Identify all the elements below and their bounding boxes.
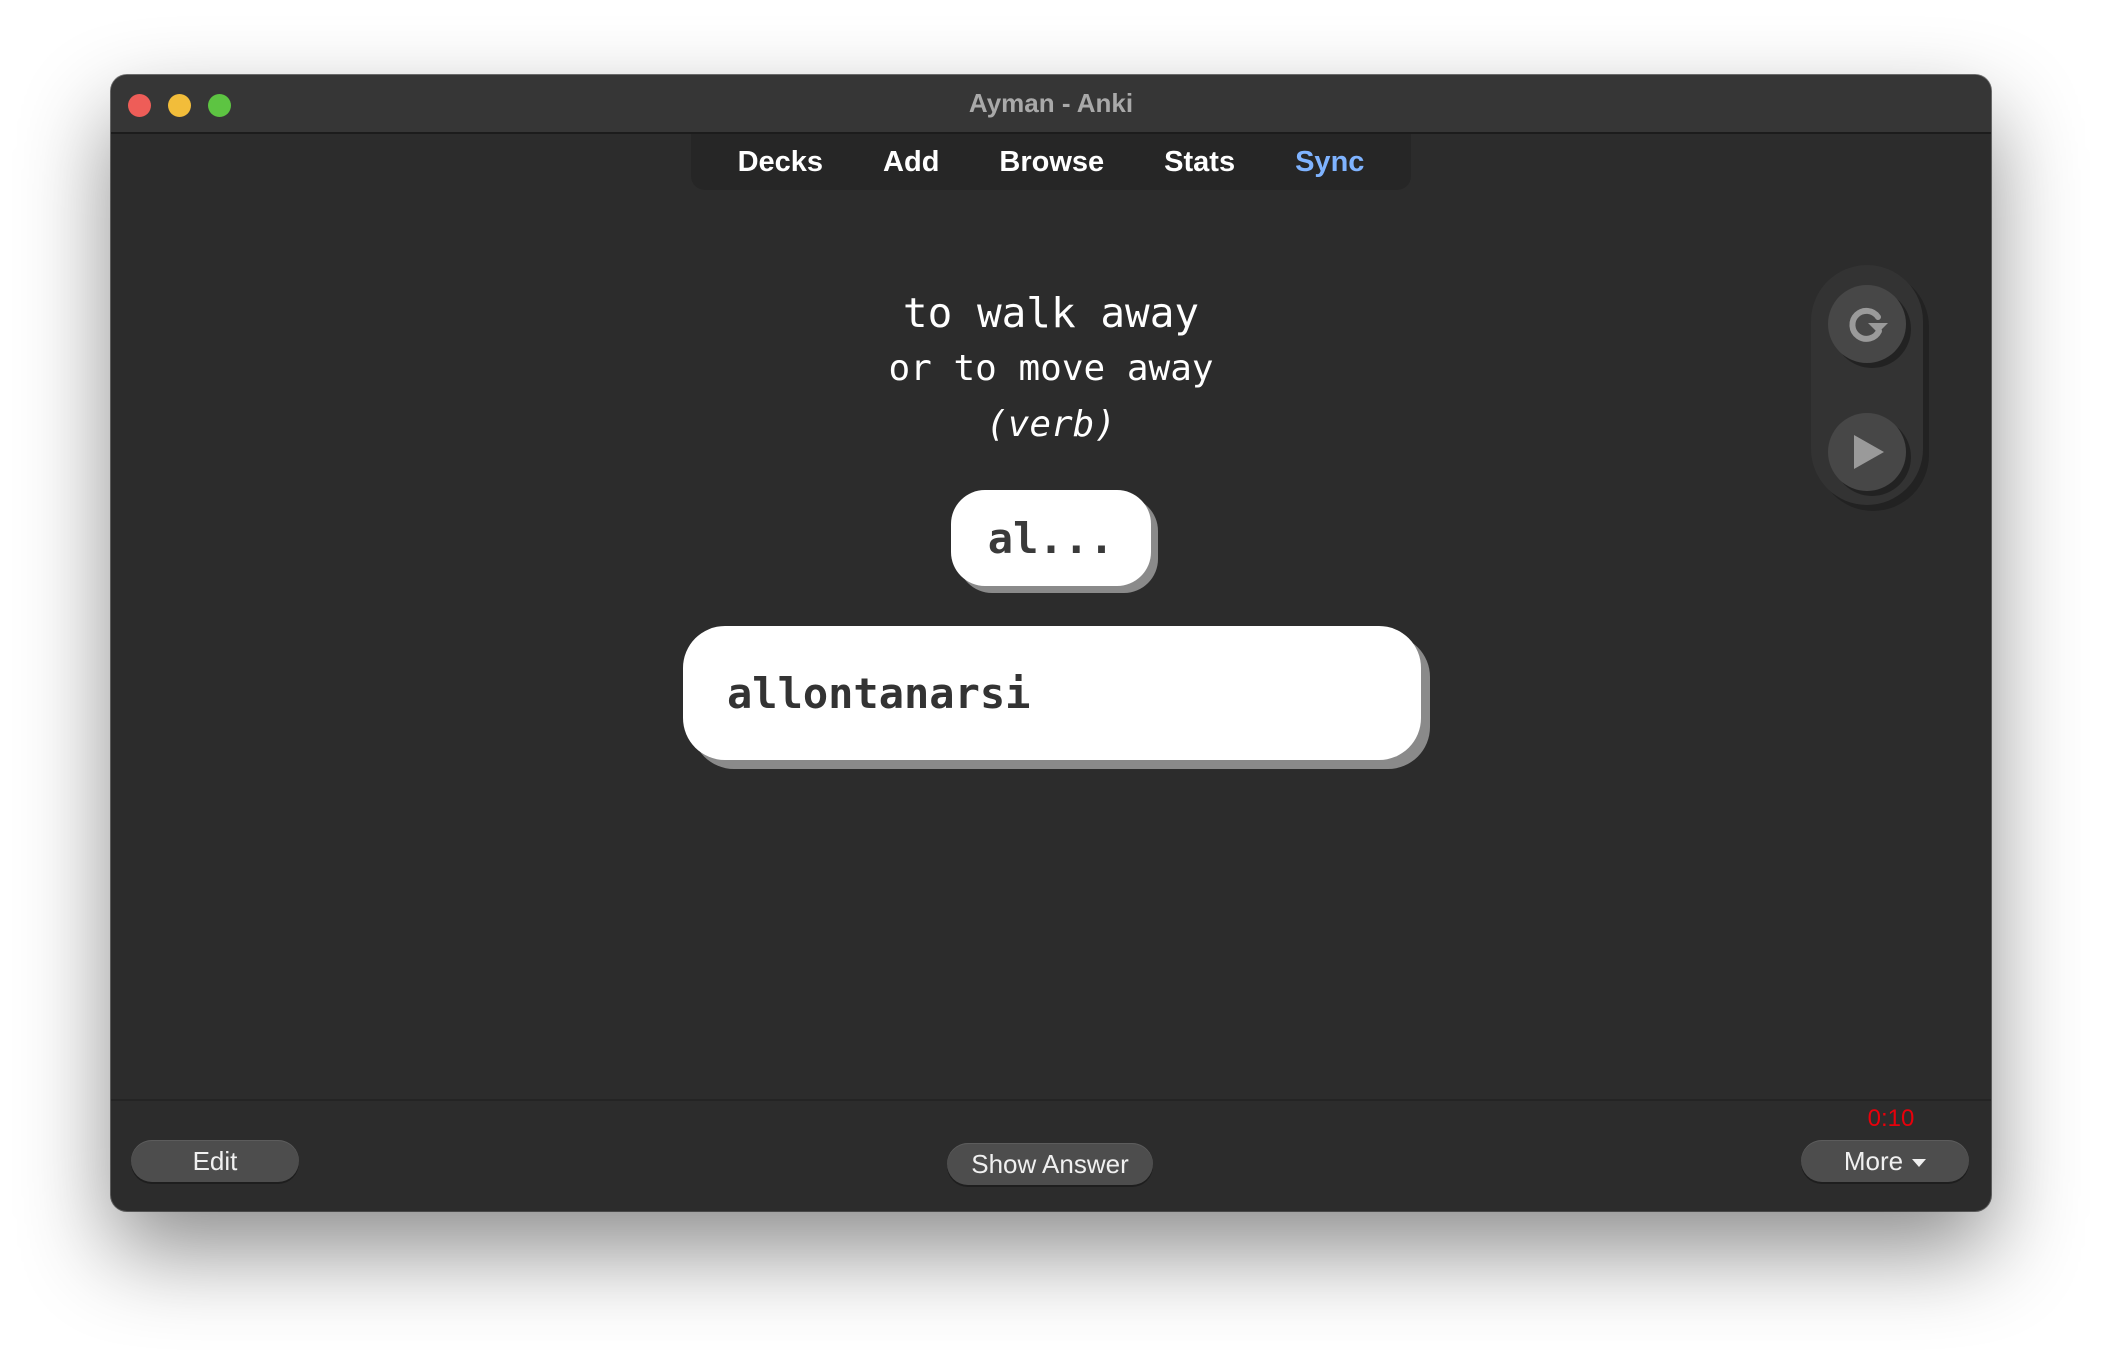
play-icon — [1854, 435, 1884, 469]
edit-button[interactable]: Edit — [131, 1140, 299, 1182]
play-audio-button[interactable] — [1828, 413, 1906, 491]
replay-icon — [1849, 307, 1888, 342]
main-toolbar: Decks Add Browse Stats Sync — [691, 134, 1411, 190]
card-part-of-speech: (verb) — [985, 404, 1117, 445]
replay-button[interactable] — [1828, 285, 1906, 363]
show-answer-button[interactable]: Show Answer — [947, 1143, 1153, 1185]
card-prompt-primary: to walk away — [902, 289, 1200, 337]
toolbar-decks-link[interactable]: Decks — [708, 146, 853, 179]
toolbar-sync-link[interactable]: Sync — [1265, 146, 1394, 179]
chevron-down-icon — [1912, 1159, 1927, 1167]
audio-controls-panel — [1811, 265, 1923, 505]
card-front: to walk away or to move away (verb) — [111, 285, 1991, 453]
more-button-label: More — [1843, 1145, 1904, 1176]
card-prompt-secondary: or to move away — [888, 348, 1214, 389]
hint-box: al... — [951, 490, 1151, 586]
toolbar-add-link[interactable]: Add — [853, 146, 969, 179]
anki-window: Ayman - Anki Decks Add Browse Stats Sync… — [111, 75, 1991, 1211]
more-button[interactable]: More — [1801, 1140, 1969, 1182]
title-bar: Ayman - Anki — [111, 75, 1991, 134]
type-answer-input[interactable] — [683, 626, 1421, 760]
review-timer: 0:10 — [1867, 1105, 1915, 1132]
toolbar-stats-link[interactable]: Stats — [1134, 146, 1265, 179]
bottom-divider — [111, 1099, 1991, 1101]
window-title: Ayman - Anki — [968, 88, 1134, 118]
toolbar-browse-link[interactable]: Browse — [969, 146, 1134, 179]
